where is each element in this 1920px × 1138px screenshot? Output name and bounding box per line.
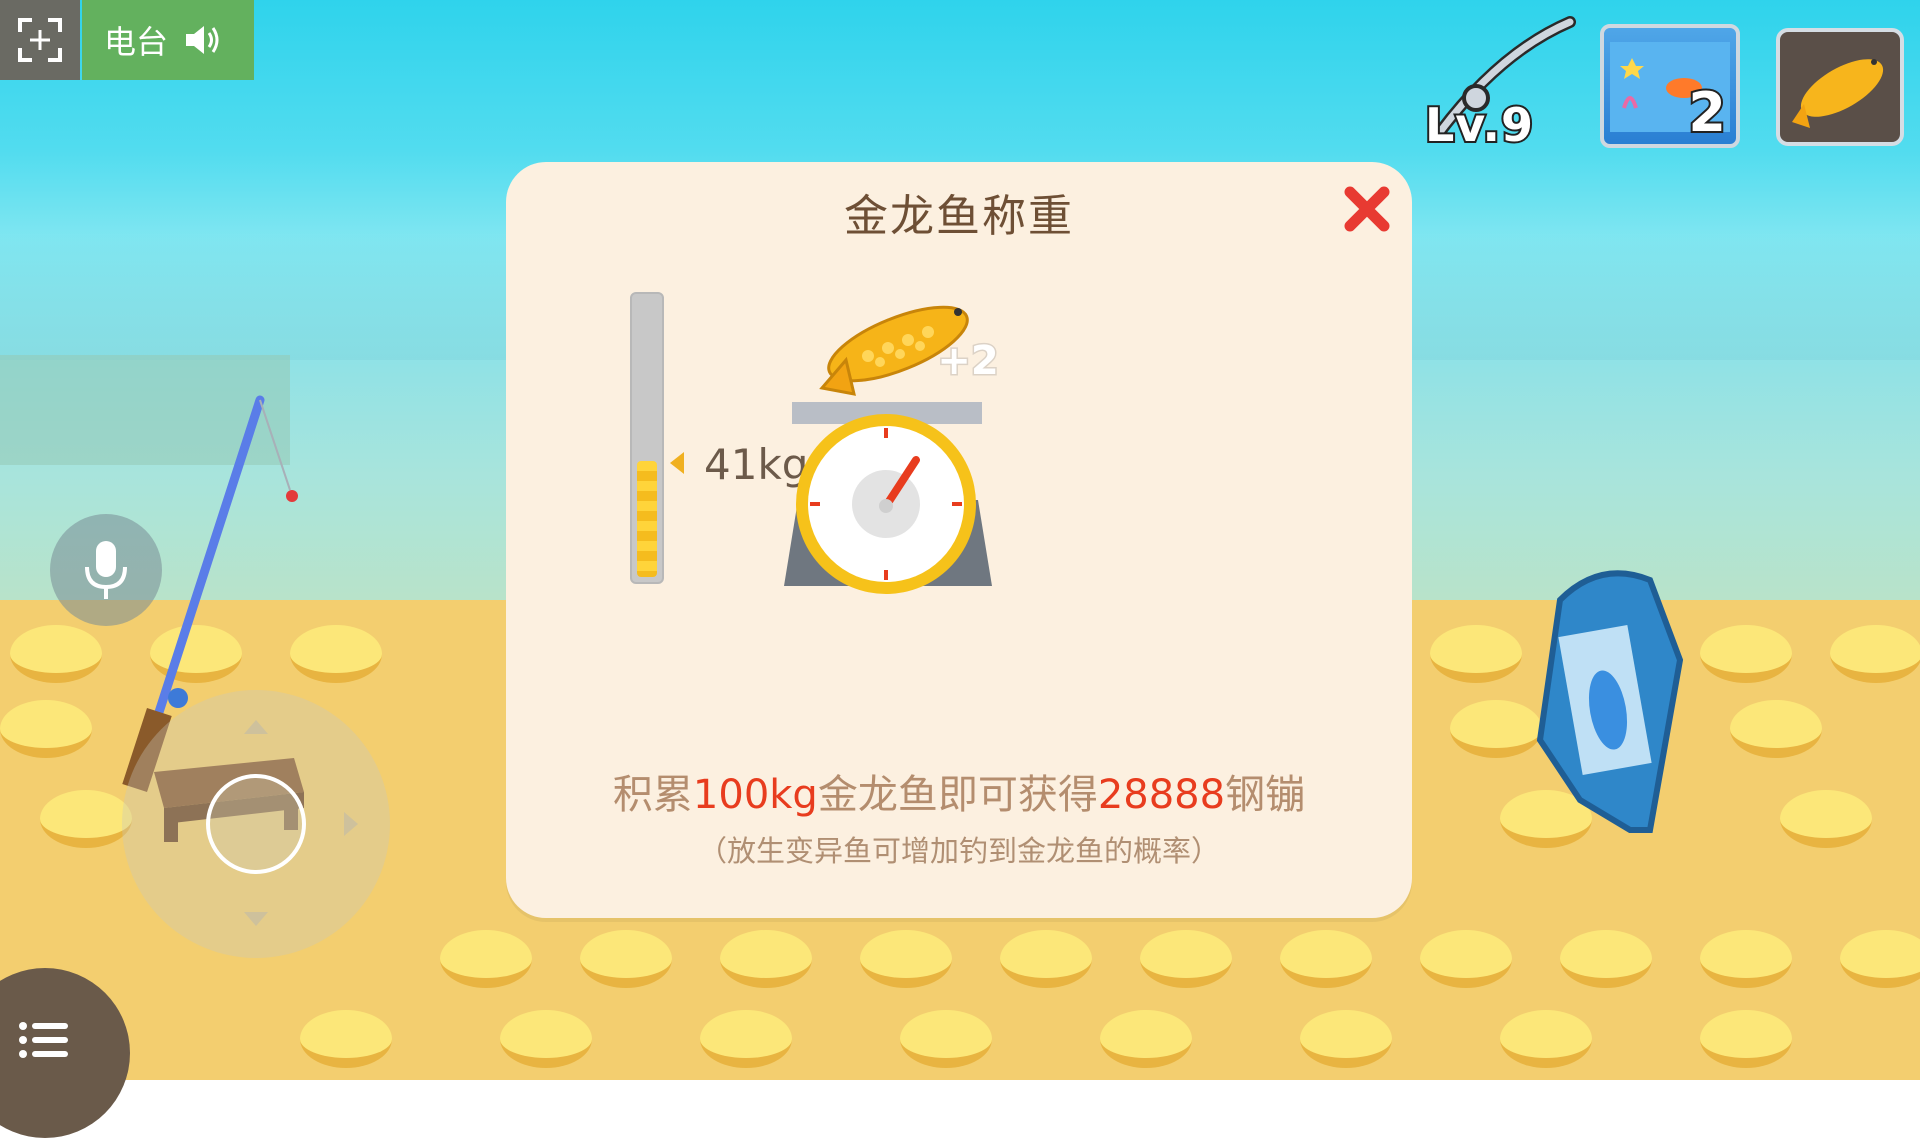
reward-text: 积累100kg金龙鱼即可获得28888钢镚 <box>506 762 1412 820</box>
sand-tile <box>1500 1010 1592 1068</box>
sand-tile <box>500 1010 592 1068</box>
golden-arowana-button[interactable] <box>1776 28 1904 146</box>
weight-progress-bar <box>630 292 664 584</box>
weight-progress-fill <box>637 461 657 577</box>
fish-tank-button[interactable]: 2 <box>1600 24 1740 148</box>
tank-count: 2 <box>1686 79 1728 146</box>
movement-joystick[interactable] <box>122 690 390 958</box>
close-icon[interactable] <box>1342 184 1392 234</box>
sand-tile <box>1700 930 1792 988</box>
sand-tile <box>1730 700 1822 758</box>
reward-part: 金龙鱼即可获得 <box>817 772 1098 818</box>
list-menu-icon <box>19 1022 68 1058</box>
sand-tile <box>1830 625 1920 683</box>
sand-tile <box>1100 1010 1192 1068</box>
golden-arowana-icon <box>1792 59 1884 128</box>
reward-goal: 100kg <box>692 772 818 818</box>
sand-tile <box>1000 930 1092 988</box>
fish-badge-text: +2 <box>937 338 998 384</box>
sand-tile <box>1780 790 1872 848</box>
sand-tile <box>1700 1010 1792 1068</box>
chevron-up-icon <box>244 720 268 734</box>
sand-tile <box>40 790 132 848</box>
chevron-down-icon <box>244 912 268 926</box>
fullscreen-button[interactable] <box>0 0 80 80</box>
sand-tile <box>900 1010 992 1068</box>
sand-tile <box>1430 625 1522 683</box>
radio-button[interactable]: 电台 <box>82 0 254 80</box>
weighing-dialog: 金龙鱼称重 41kg +2 积累100kg金龙鱼即可获得28888钢镚 （放生变… <box>506 162 1412 918</box>
sand-tile <box>700 1010 792 1068</box>
sand-tile <box>1560 930 1652 988</box>
hint-text: （放生变异鱼可增加钓到金龙鱼的概率） <box>697 834 1220 868</box>
joystick-knob[interactable] <box>206 774 306 874</box>
sand-tile <box>440 930 532 988</box>
microphone-icon <box>85 541 127 599</box>
sand-tile <box>1280 930 1372 988</box>
fish-sign-board <box>1536 570 1684 833</box>
fish-badge: +2 <box>936 337 1000 385</box>
sand-tile <box>0 700 92 758</box>
sand-tile <box>1700 625 1792 683</box>
scale-icon <box>784 402 992 594</box>
sand-tile <box>720 930 812 988</box>
radio-label: 电台 <box>104 23 169 61</box>
sand-tile <box>580 930 672 988</box>
sand-tile <box>1420 930 1512 988</box>
rod-level-text: Lv.9 <box>1423 96 1535 154</box>
speaker-icon <box>186 26 219 54</box>
sand-tile <box>10 625 102 683</box>
fullscreen-icon <box>18 18 62 62</box>
sand-tile <box>860 930 952 988</box>
reward-part: 积累 <box>612 772 693 818</box>
chevron-right-icon <box>344 812 358 836</box>
dialog-title: 金龙鱼称重 <box>844 191 1074 242</box>
reward-part: 钢镚 <box>1225 772 1306 818</box>
voice-chat-button[interactable] <box>50 514 162 626</box>
scale-illustration: +2 <box>778 290 1008 610</box>
weight-pointer-icon <box>670 452 684 474</box>
sand-tile <box>300 1010 392 1068</box>
sand-tile <box>1140 930 1232 988</box>
reward-amount: 28888 <box>1097 772 1226 818</box>
sand-tile <box>1300 1010 1392 1068</box>
